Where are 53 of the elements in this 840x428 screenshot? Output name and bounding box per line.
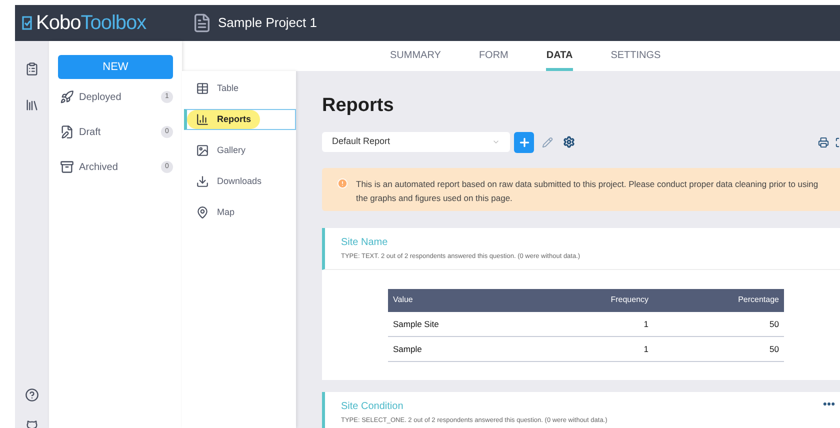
table-cell: 50 — [654, 312, 784, 337]
data-nav-label: Table — [217, 82, 239, 95]
plus-icon — [518, 136, 530, 148]
file-pen-icon — [60, 125, 74, 140]
column-header: Frequency — [531, 288, 654, 312]
nav-tab[interactable]: FORM — [478, 45, 508, 71]
map-pin-icon — [196, 206, 209, 219]
caret-icon — [492, 138, 500, 146]
data-nav-label: Map — [217, 206, 235, 219]
column-header: Value — [388, 288, 532, 312]
data-nav-item[interactable]: Map — [182, 202, 296, 223]
question-title: Site Name — [341, 236, 389, 250]
help-icon[interactable] — [25, 388, 39, 402]
data-nav-item[interactable]: Gallery — [182, 140, 296, 161]
data-nav-label: Reports — [217, 112, 252, 126]
data-nav-item[interactable]: Table — [182, 78, 296, 99]
data-nav-item[interactable]: Downloads — [182, 171, 296, 192]
settings-icon[interactable] — [563, 136, 575, 148]
data-nav-label: Gallery — [217, 144, 246, 157]
table-cell: Sample Site — [388, 312, 532, 337]
logo-icon — [21, 16, 33, 30]
table-cell: Sample — [388, 336, 532, 362]
logo-text[interactable]: KoboToolbox — [36, 13, 146, 33]
report-select[interactable]: Default Report — [322, 132, 510, 152]
sidebar-label: Archived — [79, 160, 119, 175]
table-cell: 1 — [531, 312, 654, 337]
forms-icon[interactable] — [25, 61, 39, 77]
project-icon — [192, 12, 212, 34]
nav-tab[interactable]: SETTINGS — [610, 45, 661, 71]
archive-icon — [60, 160, 74, 174]
add-report-button[interactable] — [514, 132, 534, 152]
project-title: Sample Project 1 — [218, 14, 317, 32]
rocket-icon — [60, 90, 74, 104]
library-icon[interactable] — [25, 97, 39, 113]
download-icon — [196, 175, 209, 188]
sidebar-label: Deployed — [79, 90, 122, 105]
bar-chart-icon — [196, 113, 209, 126]
table-cell: 1 — [531, 336, 654, 362]
select-value: Default Report — [332, 135, 392, 148]
notice-text: This is an automated report based on raw data submitted to this project. Please conduct proper data cleaning prior to using the graphs and figures used on this page. — [356, 178, 820, 205]
question-title: Site Condition — [341, 400, 404, 414]
image-icon — [196, 144, 209, 157]
nav-tab[interactable]: SUMMARY — [390, 45, 441, 71]
new-button[interactable]: NEW — [58, 55, 173, 80]
column-header: Percentage — [654, 288, 784, 312]
table-cell: 50 — [654, 336, 784, 362]
warning-icon — [337, 178, 348, 189]
sidebar-label: Draft — [79, 126, 102, 140]
page-title: Reports — [322, 96, 395, 115]
data-nav-item[interactable]: Reports — [184, 109, 296, 130]
data-nav-label: Downloads — [217, 174, 262, 188]
table-icon — [196, 82, 209, 95]
print-icon[interactable] — [818, 136, 829, 148]
